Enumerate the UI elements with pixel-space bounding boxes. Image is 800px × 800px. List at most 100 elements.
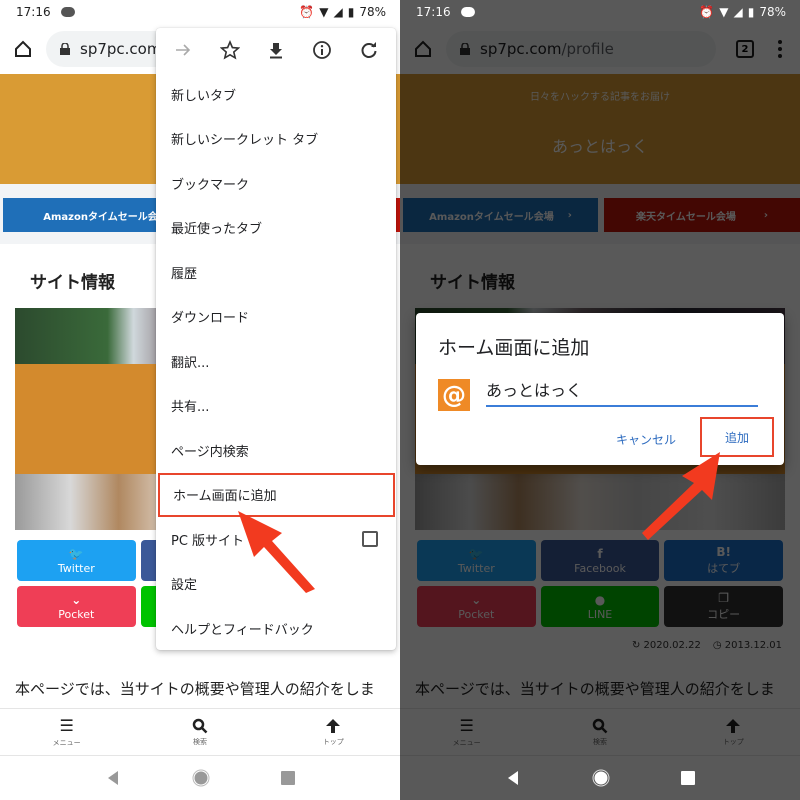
chevron-right-icon: › bbox=[567, 209, 572, 221]
url-text: sp7pc.com bbox=[80, 40, 162, 58]
add-button[interactable]: 追加 bbox=[700, 417, 774, 457]
share-buttons: 🐦 Twitter f Facebook B! はてブ ⌄ Pocket ● LINE ❐… bbox=[417, 540, 783, 627]
menu-desktop-site[interactable]: PC 版サイト bbox=[156, 517, 396, 562]
site-name: あっとはっく bbox=[551, 137, 648, 156]
home-icon bbox=[415, 40, 431, 57]
nav-top[interactable]: トップ bbox=[267, 709, 400, 755]
nav-search[interactable]: 検索 bbox=[133, 709, 266, 755]
desktop-site-checkbox[interactable] bbox=[362, 531, 378, 548]
share-hatena-button[interactable]: B! はてブ bbox=[664, 540, 783, 581]
menu-recent-tabs[interactable]: 最近使ったタブ bbox=[156, 206, 396, 251]
lock-icon bbox=[460, 43, 470, 55]
intro-text: 本ページでは、当サイトの概要や管理人の紹介をしま bbox=[15, 680, 375, 698]
share-copy-button[interactable]: ❐ コピー bbox=[664, 586, 783, 627]
menu-bookmarks[interactable]: ブックマーク bbox=[156, 161, 396, 206]
more-menu-button[interactable] bbox=[770, 40, 790, 58]
copy-icon: ❐ bbox=[718, 591, 730, 605]
url-path: /profile bbox=[561, 40, 614, 58]
pocket-icon: ⌄ bbox=[71, 592, 82, 607]
page-info-button[interactable] bbox=[310, 38, 334, 62]
battery-percent: 78% bbox=[359, 5, 386, 19]
date-updated: 2020.02.22 bbox=[643, 640, 701, 651]
line-icon: ● bbox=[594, 592, 606, 607]
home-circle-icon[interactable] bbox=[192, 769, 210, 787]
nav-menu[interactable]: ☰ メニュー bbox=[400, 709, 533, 755]
section-title: サイト情報 bbox=[430, 273, 515, 293]
recents-icon[interactable] bbox=[680, 771, 695, 785]
post-dates: ↻ 2020.02.22 ◷ 2013.12.01 bbox=[632, 640, 782, 651]
menu-new-incognito-tab[interactable]: 新しいシークレット タブ bbox=[156, 117, 396, 162]
hamburger-icon: ☰ bbox=[459, 716, 474, 735]
download-button[interactable] bbox=[264, 38, 288, 62]
forward-button[interactable] bbox=[171, 38, 195, 62]
share-line-button[interactable]: ● LINE bbox=[540, 586, 660, 627]
nav-menu[interactable]: ☰ メニュー bbox=[0, 709, 133, 755]
left-screen: 17:16 ⏰ ▼ ◢ ▮ 78% sp7pc.com 日々を あ Amazon… bbox=[0, 0, 400, 800]
pocket-icon: ⌄ bbox=[471, 592, 482, 607]
menu-settings[interactable]: 設定 bbox=[156, 562, 396, 607]
bookmark-button[interactable] bbox=[218, 38, 242, 62]
amazon-sale-button[interactable]: Amazonタイムセール会場 › bbox=[403, 198, 598, 232]
share-pocket-button[interactable]: ⌄ Pocket bbox=[17, 586, 136, 627]
menu-find-in-page[interactable]: ページ内検索 bbox=[156, 428, 396, 473]
twitter-icon: 🐦 bbox=[468, 546, 484, 561]
site-app-icon: @ bbox=[438, 379, 470, 411]
address-bar[interactable]: sp7pc.com/profile bbox=[446, 31, 716, 67]
cancel-button[interactable]: キャンセル bbox=[616, 431, 676, 448]
home-button[interactable] bbox=[410, 36, 436, 62]
menu-help-feedback[interactable]: ヘルプとフィードバック bbox=[156, 606, 396, 651]
recents-icon[interactable] bbox=[280, 771, 295, 785]
menu-share[interactable]: 共有... bbox=[156, 384, 396, 429]
browser-menu: 新しいタブ 新しいシークレット タブ ブックマーク 最近使ったタブ 履歴 ダウン… bbox=[156, 28, 396, 650]
right-screen: 17:16 ⏰ ▼ ◢ ▮ 78% sp7pc.com/profile 2 日々… bbox=[400, 0, 800, 800]
signal-icon: ◢ bbox=[333, 5, 343, 19]
menu-history[interactable]: 履歴 bbox=[156, 250, 396, 295]
rakuten-sale-button[interactable]: 楽天タイムセール会場 › bbox=[604, 198, 800, 232]
back-icon[interactable] bbox=[505, 770, 521, 786]
share-twitter-button[interactable]: 🐦 Twitter bbox=[17, 540, 136, 581]
section-title: サイト情報 bbox=[30, 273, 115, 293]
reload-icon bbox=[361, 42, 377, 58]
status-time: 17:16 bbox=[16, 5, 51, 19]
site-bottom-nav: ☰ メニュー 検索 トップ bbox=[400, 708, 800, 756]
line-notification-icon bbox=[60, 7, 75, 17]
search-icon bbox=[192, 718, 208, 733]
home-icon bbox=[15, 40, 31, 57]
share-twitter-button[interactable]: 🐦 Twitter bbox=[417, 540, 536, 581]
url-host: sp7pc.com bbox=[480, 40, 562, 58]
lock-icon bbox=[60, 43, 70, 55]
site-bottom-nav: ☰ メニュー 検索 トップ bbox=[0, 708, 400, 756]
menu-new-tab[interactable]: 新しいタブ bbox=[156, 72, 396, 117]
menu-translate[interactable]: 翻訳... bbox=[156, 339, 396, 384]
arrow-up-icon bbox=[726, 718, 741, 733]
twitter-icon: 🐦 bbox=[68, 546, 84, 561]
dialog-title: ホーム画面に追加 bbox=[438, 337, 590, 359]
info-icon bbox=[313, 41, 332, 59]
star-icon bbox=[219, 40, 240, 60]
add-to-home-dialog: ホーム画面に追加 @ キャンセル 追加 bbox=[416, 313, 784, 465]
date-published: 2013.12.01 bbox=[724, 640, 782, 651]
share-facebook-button[interactable]: f Facebook bbox=[540, 540, 660, 581]
nav-search[interactable]: 検索 bbox=[533, 709, 666, 755]
share-pocket-button[interactable]: ⌄ Pocket bbox=[417, 586, 536, 627]
shortcut-name-input[interactable] bbox=[486, 377, 758, 407]
browser-toolbar: sp7pc.com/profile 2 bbox=[400, 26, 800, 72]
back-icon[interactable] bbox=[105, 770, 121, 786]
tab-switcher-button[interactable]: 2 bbox=[736, 40, 754, 58]
reload-button[interactable] bbox=[357, 38, 381, 62]
menu-toolbar bbox=[156, 28, 396, 72]
menu-downloads[interactable]: ダウンロード bbox=[156, 295, 396, 340]
updated-icon: ↻ bbox=[631, 640, 641, 651]
site-header-banner: 日々をハックする記事をお届け あっとはっく bbox=[400, 74, 800, 184]
menu-add-to-home-screen[interactable]: ホーム画面に追加 bbox=[158, 472, 395, 517]
chevron-right-icon: › bbox=[763, 209, 768, 221]
android-nav-bar bbox=[0, 756, 400, 800]
status-bar: 17:16 ⏰ ▼ ◢ ▮ 78% bbox=[0, 0, 400, 24]
hatena-icon: B! bbox=[716, 545, 731, 559]
nav-top[interactable]: トップ bbox=[667, 709, 800, 755]
home-button[interactable] bbox=[10, 36, 36, 62]
download-icon bbox=[269, 43, 282, 59]
wifi-icon: ▼ bbox=[319, 5, 329, 19]
facebook-icon: f bbox=[597, 546, 603, 561]
home-circle-icon[interactable] bbox=[592, 769, 610, 787]
